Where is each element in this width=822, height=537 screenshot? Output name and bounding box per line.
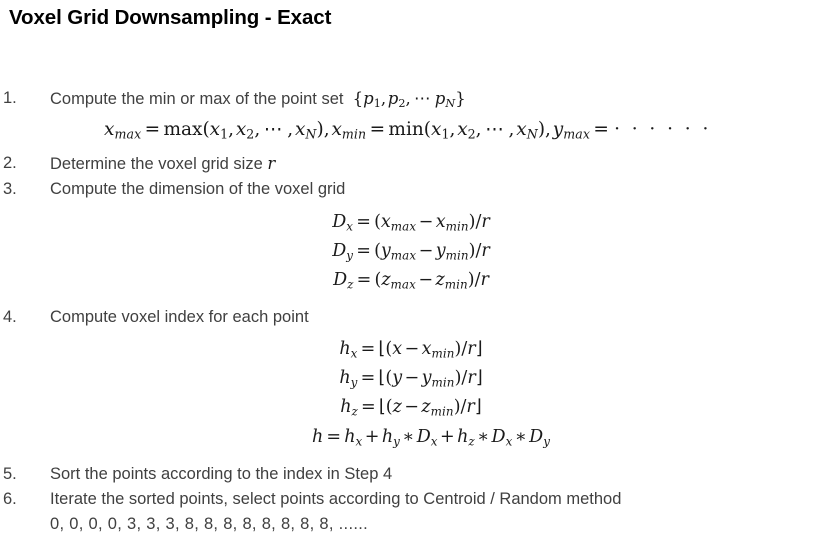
page-title: Voxel Grid Downsampling - Exact (9, 6, 332, 29)
equation-h-total: h = hx + hy ∗ Dx + hz ∗ Dx ∗ Dy (311, 426, 551, 448)
list-item-step-2: 2. Determine the voxel grid size r (0, 151, 822, 177)
step-text: Compute voxel index for each point (50, 305, 822, 330)
step-number: 2. (3, 153, 17, 172)
equation-minmax: xmax = max(x1,x2, ⋯,xN),xmin = min(x1,x2, ⋯,xN… (0, 117, 822, 148)
equation-group-dimensions: Dx = (xmax − xmin)/r Dy = (ymax − ymin)/r Dz = (zm… (0, 209, 822, 297)
list-item-step-4: 4. Compute voxel index for each point (0, 305, 822, 330)
steps-list: 1. Compute the min or max of the point s… (0, 86, 822, 537)
step-label: Sort the points according to the index i… (50, 464, 393, 483)
equation-minmax-math: xmax = max(x1,x2, ⋯,xN),xmin = min(x1,x2, ⋯,xN… (104, 119, 712, 142)
list-item-step-6: 6. Iterate the sorted points, select poi… (0, 487, 822, 537)
step-number: 5. (3, 464, 17, 483)
step-label: Determine the voxel grid size (50, 154, 263, 173)
list-item-step-3: 3. Compute the dimension of the voxel gr… (0, 177, 822, 202)
step-text: Compute the min or max of the point set … (50, 86, 822, 116)
list-item-step-5: 5. Sort the points according to the inde… (0, 462, 822, 487)
step-label: Iterate the sorted points, select points… (50, 489, 622, 508)
index-sequence: 0, 0, 0, 0, 3, 3, 3, 8, 8, 8, 8, 8, 8, 8… (50, 514, 368, 533)
step-label: Compute voxel index for each point (50, 307, 309, 326)
point-set-notation: {p1,p2, ⋯pN} (352, 89, 466, 111)
slide-canvas: Voxel Grid Downsampling - Exact 1. Compu… (0, 0, 822, 533)
step-label: Compute the dimension of the voxel grid (50, 179, 346, 198)
equation-hx: hx = ⌊(x − xmin)/r⌋ (339, 337, 483, 360)
step-text: Iterate the sorted points, select points… (50, 487, 822, 512)
step-number: 3. (3, 179, 17, 198)
list-item-step-1: 1. Compute the min or max of the point s… (0, 86, 822, 116)
step-number: 4. (3, 307, 17, 326)
step-number: 6. (3, 489, 17, 508)
step-label: Compute the min or max of the point set (50, 90, 344, 108)
equation-dz: Dz = (zmax − zmin)/r (333, 270, 489, 292)
voxel-size-symbol: r (267, 153, 276, 173)
equation-hz: hz = ⌊(z − zmin)/r⌋ (340, 396, 482, 419)
equation-hy: hy = ⌊(y − ymin)/r⌋ (339, 366, 483, 390)
step-text: Determine the voxel grid size r (50, 151, 822, 177)
step-number: 1. (3, 89, 17, 107)
step-text: Sort the points according to the index i… (50, 462, 822, 487)
step-text: Compute the dimension of the voxel grid (50, 177, 822, 202)
equation-dx: Dx = (xmax − xmin)/r (332, 211, 490, 233)
equation-dy: Dy = (ymax − ymin)/r (332, 240, 490, 263)
equation-group-index: hx = ⌊(x − xmin)/r⌋ hy = ⌊(y − ymin)/r⌋ hz = ⌊(z − z… (0, 336, 822, 453)
